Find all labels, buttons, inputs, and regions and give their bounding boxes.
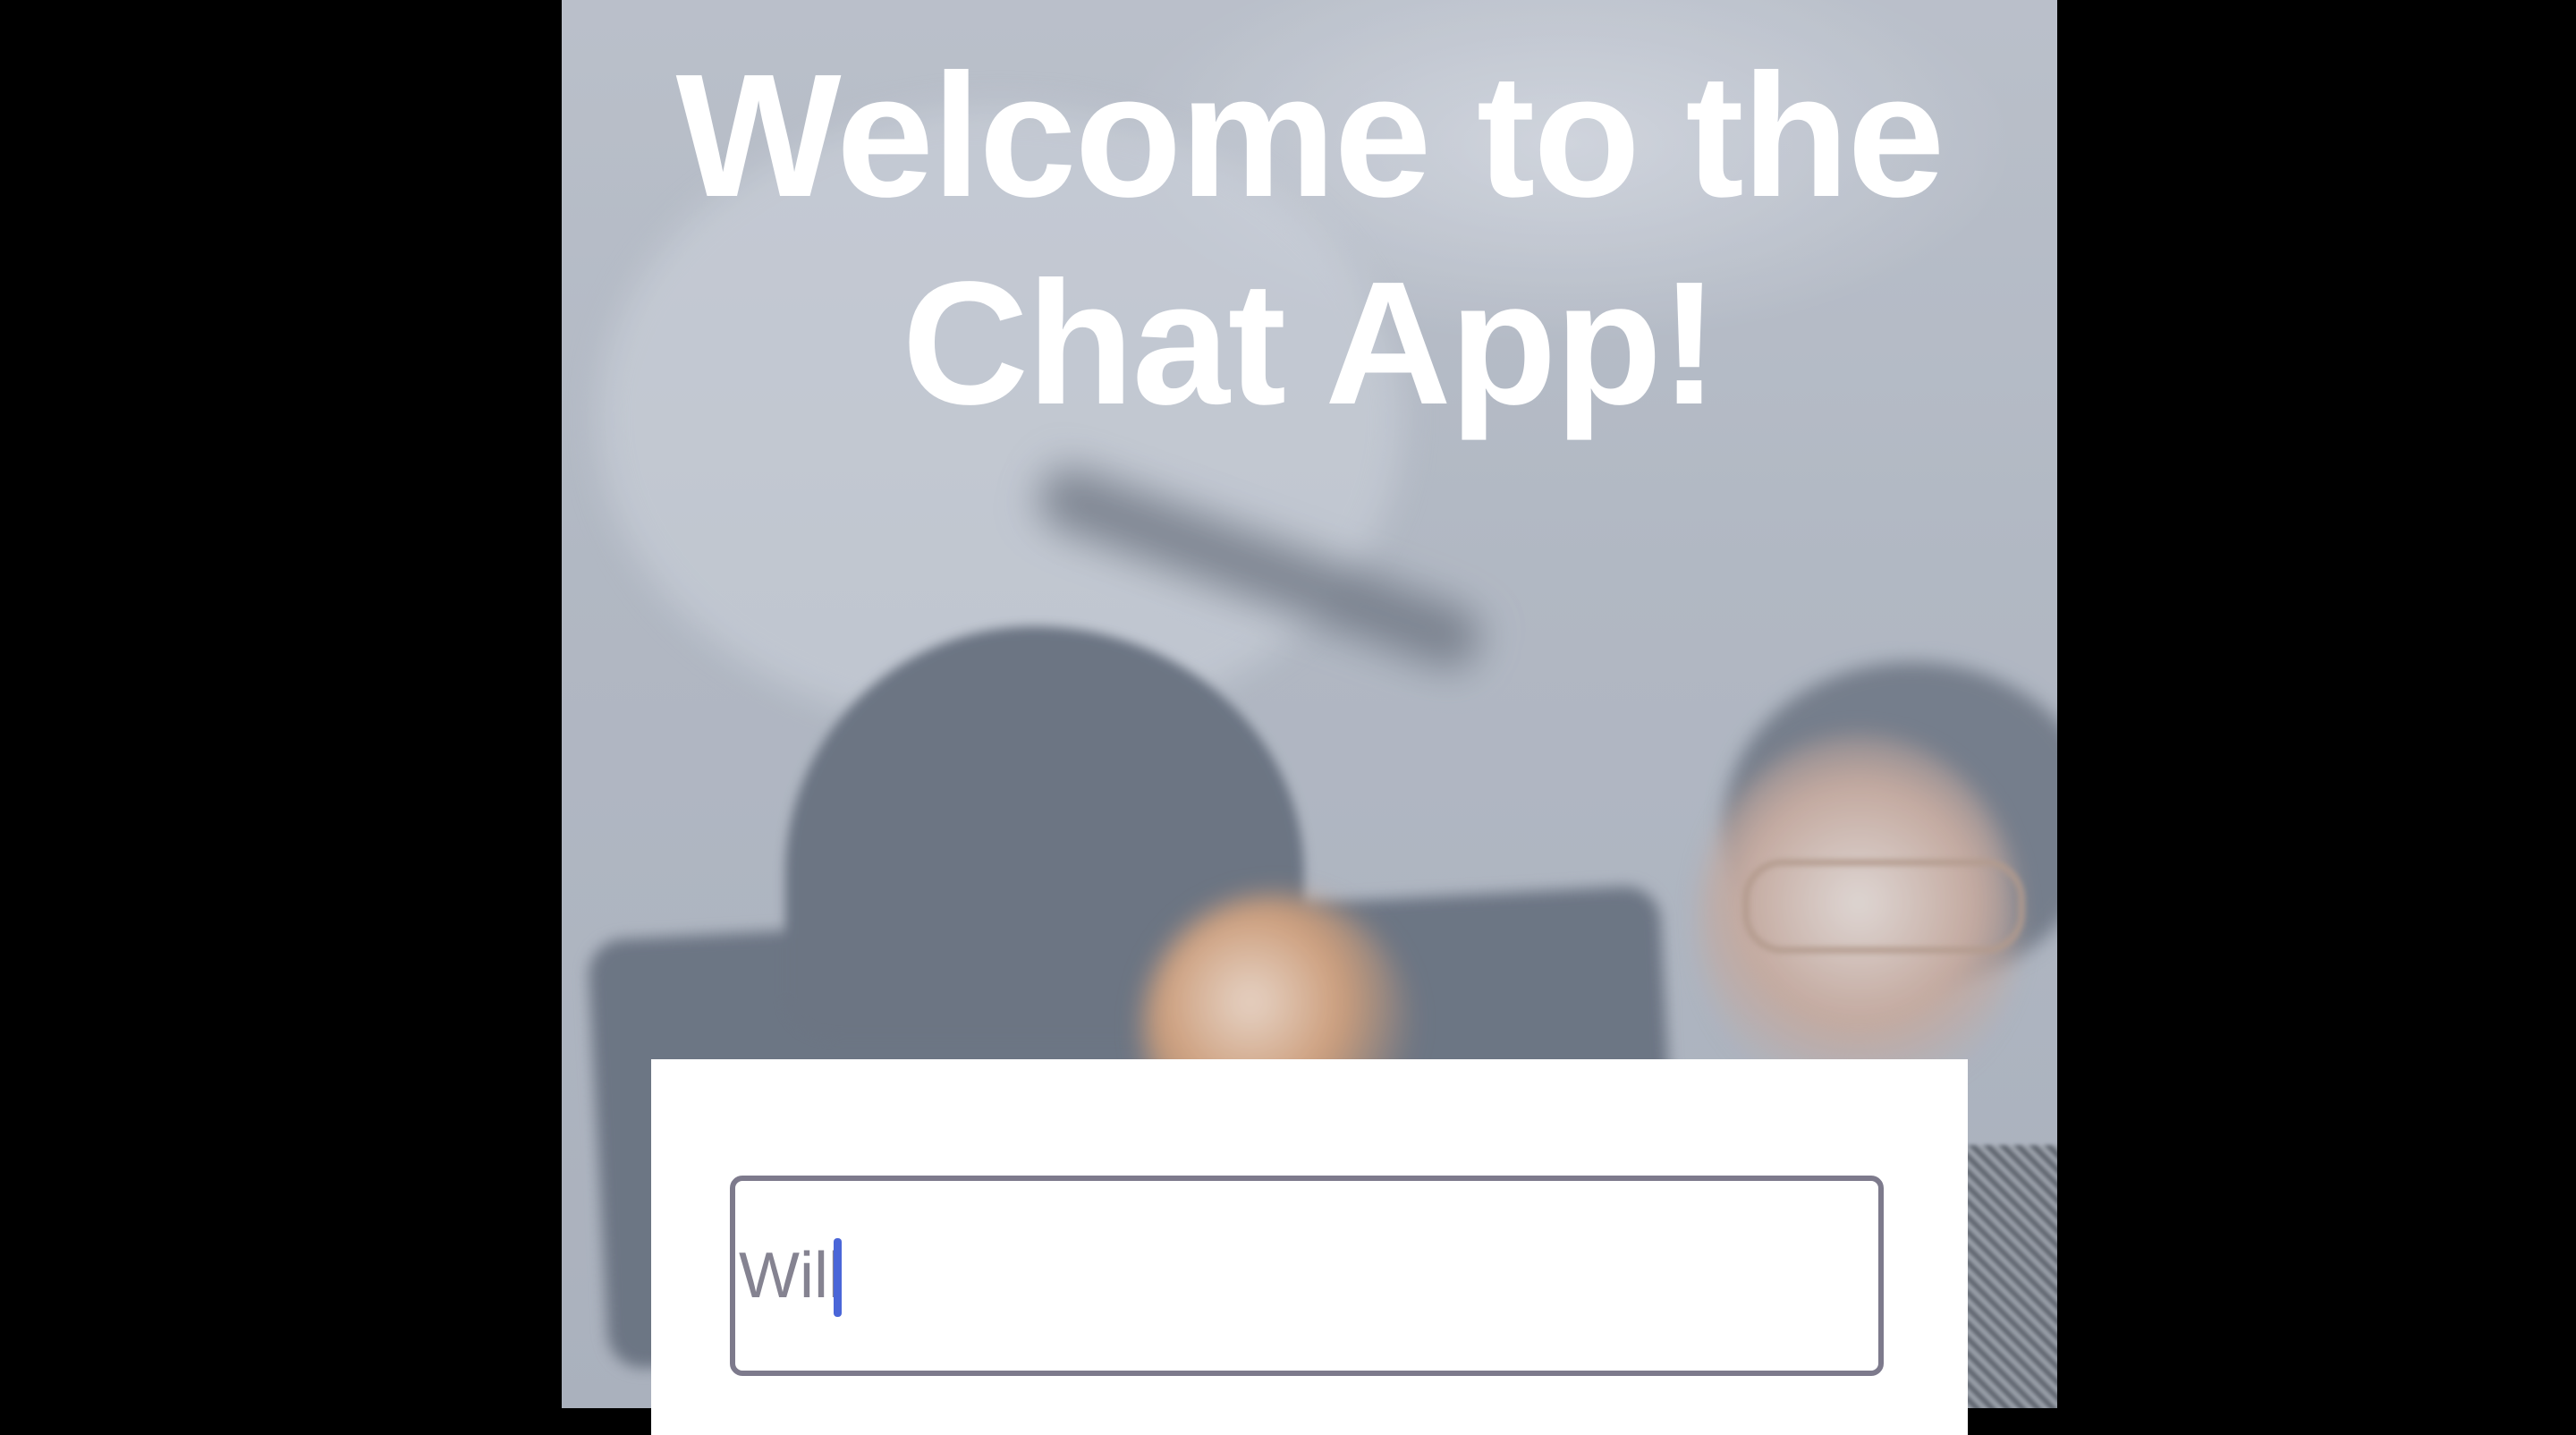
welcome-title: Welcome to the Chat App! <box>562 32 2057 447</box>
login-card <box>651 1059 1968 1435</box>
welcome-title-line-1: Welcome to the <box>675 38 1945 234</box>
text-cursor <box>834 1238 842 1317</box>
welcome-title-line-2: Chat App! <box>902 245 1719 441</box>
screen-letterbox: Welcome to the Chat App! <box>0 0 2576 1435</box>
name-input-container[interactable] <box>730 1176 1884 1376</box>
name-input[interactable] <box>735 1181 1878 1371</box>
